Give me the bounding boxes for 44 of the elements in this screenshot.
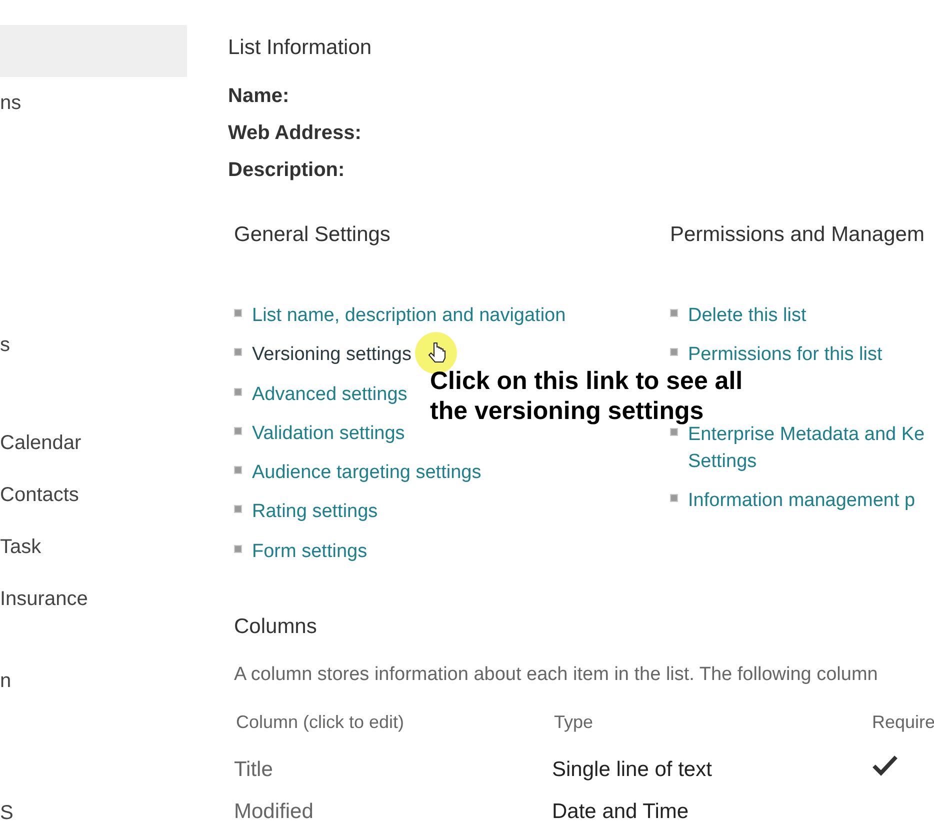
sidebar-item[interactable]: s [0,319,187,371]
sidebar-item[interactable]: Calendar [0,417,187,469]
sidebar-item[interactable]: Task [0,521,187,573]
settings-link[interactable]: Validation settings [252,420,405,448]
column-header: Column (click to edit) [236,711,406,734]
bullet-icon [234,466,242,474]
bullet-icon [234,388,242,396]
sidebar-item[interactable]: ns [0,77,187,129]
bullet-icon [670,309,678,317]
section-title: Columns [234,614,318,640]
table-cell[interactable]: Title [234,754,552,796]
bullet-icon [234,426,242,435]
bullet-icon [670,428,678,436]
settings-link[interactable]: Permissions for this list [688,341,928,368]
field-label: Description: [228,158,346,182]
bullet-icon [234,309,242,317]
sidebar-item[interactable]: n [0,655,187,707]
field-label: Web Address: [228,120,362,146]
settings-link[interactable]: Advanced settings [252,380,408,410]
sidebar-item[interactable]: S [0,787,187,834]
settings-link[interactable]: Versioning settings [252,341,412,370]
table-cell-text: Date and Time [552,799,690,826]
settings-link[interactable]: Information management p [688,486,928,514]
section-title: List Information [228,35,373,61]
bullet-icon [234,544,242,553]
bullet-icon [670,348,678,356]
bullet-icon [670,494,678,502]
settings-link[interactable]: Rating settings [252,498,378,527]
table-cell-text: Single line of text [552,757,713,784]
bullet-icon [234,348,242,356]
bullet-icon [234,505,242,514]
settings-link[interactable]: Audience targeting settings [252,459,482,488]
sidebar-item[interactable]: Contacts [0,469,187,521]
column-header: Require [872,711,934,734]
settings-link[interactable]: Form settings [252,538,368,566]
table-cell[interactable]: Modified [234,796,552,834]
settings-link[interactable]: Delete this list [688,302,928,329]
column-header: Type [554,711,594,734]
sidebar-item[interactable]: Insurance [0,573,187,625]
settings-link[interactable]: List name, description and navigation [252,302,566,330]
section-title: General Settings [234,222,392,248]
section-title: Permissions and Managem [670,222,926,248]
field-label: Name: [228,84,290,108]
columns-description: A column stores information about each item in the list. The following column [234,662,879,687]
